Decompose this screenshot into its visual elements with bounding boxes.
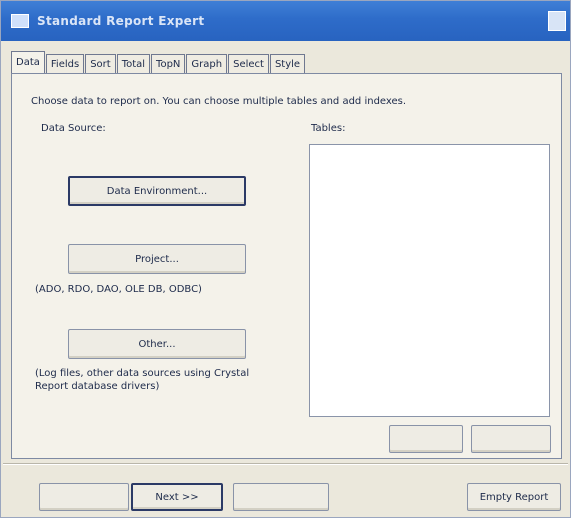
tab-style[interactable]: Style xyxy=(269,54,306,73)
footer-separator xyxy=(3,463,568,465)
tables-list[interactable] xyxy=(309,144,550,417)
other-hint-line-2: Report database drivers) xyxy=(35,381,160,392)
tab-sort[interactable]: Sort xyxy=(85,54,116,73)
tab-fields[interactable]: Fields xyxy=(45,54,85,73)
tab-data[interactable]: Data xyxy=(11,51,45,73)
tables-label: Tables: xyxy=(311,123,346,134)
tab-graph[interactable]: Graph xyxy=(186,54,228,73)
tab-strip: Data Fields Sort Total TopN Graph Select… xyxy=(11,51,306,73)
tab-select[interactable]: Select xyxy=(228,54,269,73)
tables-add-button[interactable] xyxy=(389,425,463,453)
back-button[interactable] xyxy=(39,483,129,511)
tables-remove-button[interactable] xyxy=(471,425,551,453)
window-title: Standard Report Expert xyxy=(37,14,205,28)
tab-total[interactable]: Total xyxy=(116,54,151,73)
other-button[interactable]: Other... xyxy=(68,329,246,359)
data-environment-button[interactable]: Data Environment... xyxy=(68,176,246,206)
app-window-icon xyxy=(11,14,29,28)
data-source-label: Data Source: xyxy=(41,123,106,134)
project-button[interactable]: Project... xyxy=(68,244,246,274)
title-bar: Standard Report Expert xyxy=(1,1,570,41)
instruction-text: Choose data to report on. You can choose… xyxy=(31,96,407,107)
tab-topn[interactable]: TopN xyxy=(151,54,186,73)
report-expert-window: Standard Report Expert Data Fields Sort … xyxy=(0,0,571,518)
other-hint-line-1: (Log files, other data sources using Cry… xyxy=(35,368,250,379)
cancel-button[interactable] xyxy=(233,483,329,511)
close-icon[interactable] xyxy=(548,11,566,31)
empty-report-button[interactable]: Empty Report xyxy=(467,483,561,511)
next-button[interactable]: Next >> xyxy=(131,483,223,511)
project-hint: (ADO, RDO, DAO, OLE DB, ODBC) xyxy=(35,284,202,295)
